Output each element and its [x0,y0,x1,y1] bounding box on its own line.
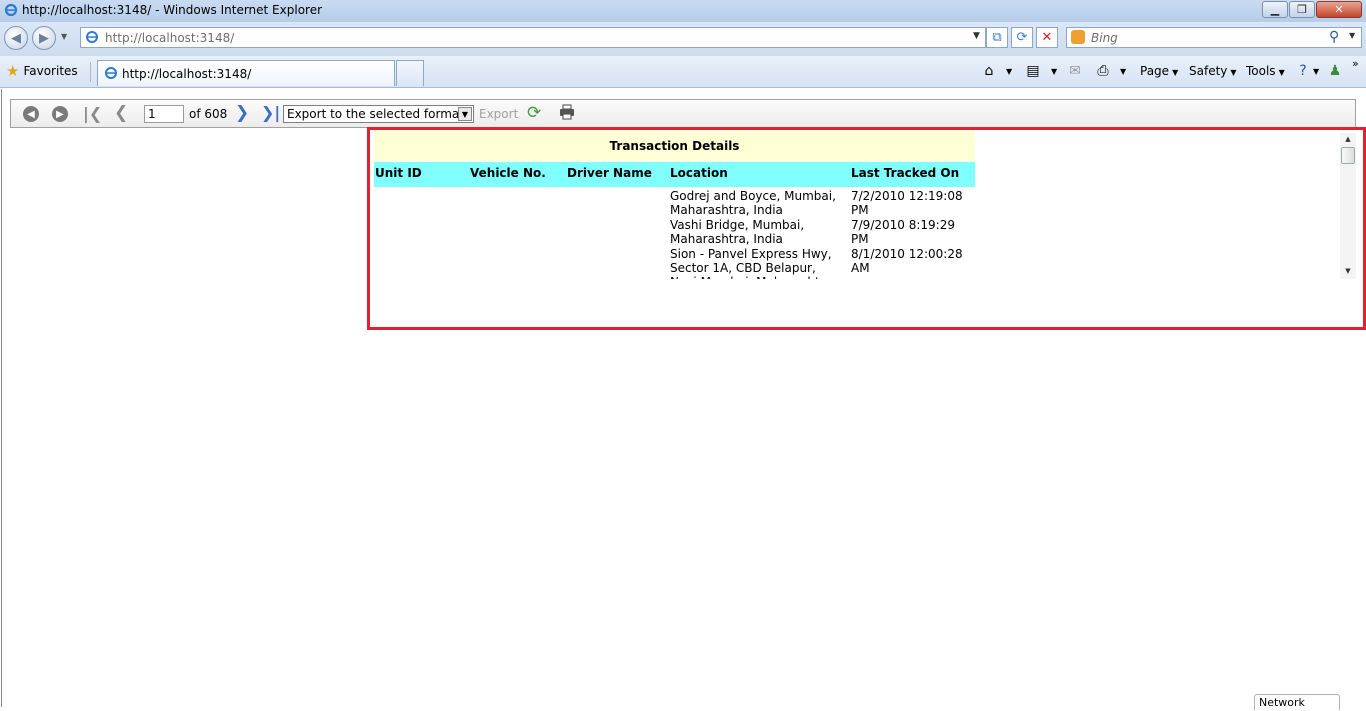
chevron-down-icon[interactable]: ▼ [458,107,472,121]
chevron-more-icon[interactable]: » [1352,57,1359,70]
tab-label: http://localhost:3148/ [122,67,252,81]
forward-nav-icon[interactable]: ▶ [52,106,68,122]
close-window-button[interactable]: ✕ [1316,1,1362,18]
status-zone: Network [1254,694,1340,710]
refresh-report-icon[interactable]: ⟳ [527,103,541,123]
compatibility-view-icon[interactable]: ⧉ [986,27,1008,48]
print-report-icon[interactable] [559,104,575,120]
favorites-bar: ★ Favorites http://localhost:3148/ ⌂ ▼ ▤… [0,56,1366,88]
home-dropdown-icon[interactable]: ▼ [1006,67,1012,76]
search-options-icon[interactable]: ▼ [1349,31,1355,40]
home-icon[interactable]: ⌂ [980,62,998,80]
divider [90,62,91,82]
address-url: http://localhost:3148/ [105,31,235,45]
search-icon[interactable]: ⚲ [1329,29,1339,45]
stop-icon[interactable]: ✕ [1036,27,1058,48]
refresh-icon[interactable]: ⟳ [1011,27,1033,48]
page-icon [105,67,117,79]
bing-icon [1071,30,1085,44]
export-format-value: Export to the selected format [287,107,464,121]
last-page-icon[interactable]: ❯| [261,103,280,122]
feeds-icon[interactable]: ▤ [1024,62,1042,80]
export-link[interactable]: Export [479,107,518,121]
previous-page-icon[interactable]: ❮ [114,103,128,123]
new-tab-button[interactable] [396,60,424,86]
back-button[interactable]: ◀ [4,26,28,50]
ie-logo-icon [4,3,18,17]
favorites-label: Favorites [23,64,78,78]
page-icon [86,31,98,43]
page-menu[interactable]: Page ▼ [1140,64,1178,78]
minimize-button[interactable]: ▁ [1262,1,1288,18]
tools-menu[interactable]: Tools ▼ [1246,64,1285,78]
print-dropdown-icon[interactable]: ▼ [1120,67,1126,76]
first-page-icon[interactable]: |❮ [83,104,102,123]
back-to-parent-icon[interactable]: ◀ [23,106,39,122]
maximize-button[interactable]: ❐ [1289,1,1315,18]
mail-icon[interactable]: ✉ [1066,62,1084,80]
browser-tab[interactable]: http://localhost:3148/ [97,60,395,86]
recent-pages-dropdown-icon[interactable]: ▼ [61,32,67,41]
export-format-select[interactable]: Export to the selected format ▼ [283,105,474,123]
page-number-input[interactable]: 1 [144,105,184,123]
help-icon[interactable]: ? [1294,62,1312,80]
print-icon[interactable]: ⎙ [1094,62,1112,80]
address-toolbar: ◀ ▶ ▼ http://localhost:3148/ ▼ ⧉ ⟳ ✕ Bin… [0,22,1366,56]
forward-button[interactable]: ▶ [32,26,56,50]
report-toolbar: ◀ ▶ |❮ ❮ 1 of 608 ❯ ❯| Export to the sel… [10,99,1356,128]
favorites-button[interactable]: ★ Favorites [6,62,78,80]
window-title: http://localhost:3148/ - Windows Interne… [22,3,323,17]
address-input[interactable]: http://localhost:3148/ ▼ [80,27,986,48]
address-dropdown-icon[interactable]: ▼ [973,31,980,41]
safety-menu[interactable]: Safety ▼ [1189,64,1237,78]
page-total-label: of 608 [189,107,228,121]
highlight-box [367,127,1366,330]
search-input[interactable]: Bing ⚲ ▼ [1066,27,1362,48]
next-page-icon[interactable]: ❯ [235,103,249,123]
messenger-icon[interactable]: ♟ [1326,62,1344,80]
title-bar: http://localhost:3148/ - Windows Interne… [0,0,1366,22]
search-placeholder: Bing [1091,31,1118,45]
feeds-dropdown-icon[interactable]: ▼ [1051,67,1057,76]
star-icon: ★ [6,62,20,80]
help-dropdown-icon[interactable]: ▼ [1313,67,1319,76]
